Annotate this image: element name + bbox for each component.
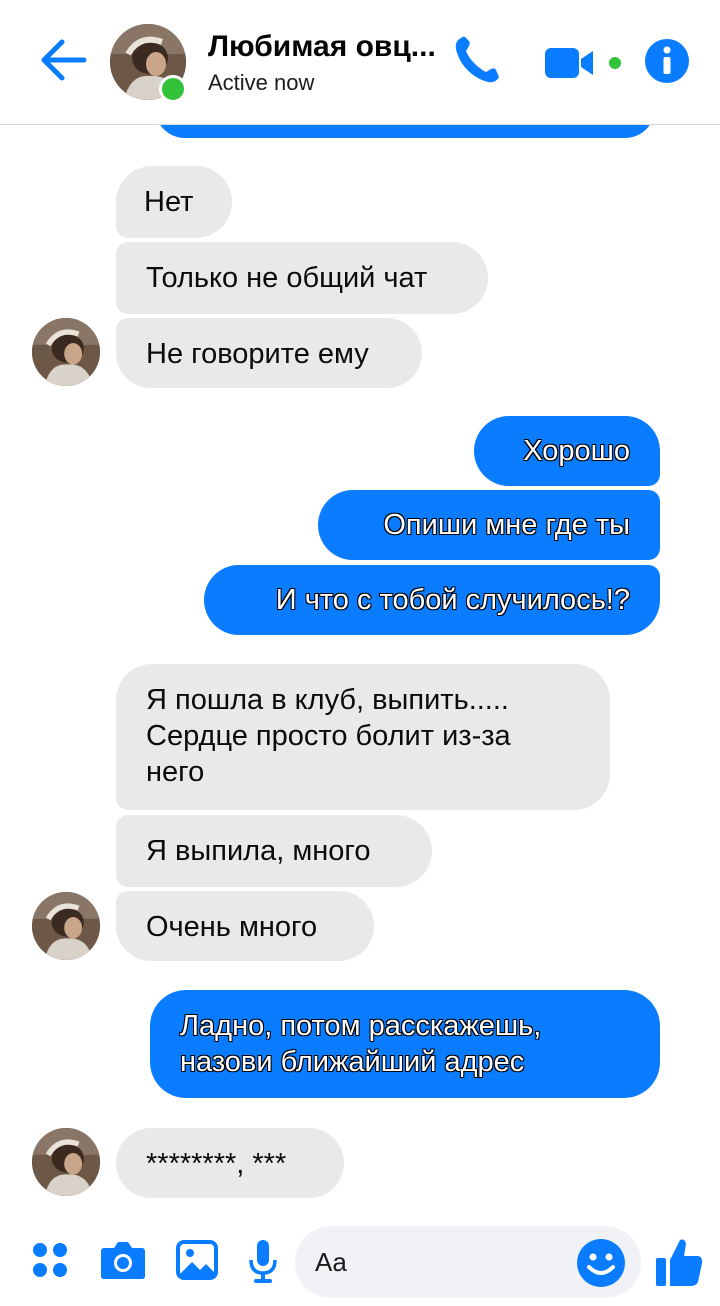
image-icon[interactable] — [176, 1240, 218, 1280]
message-bubble-received[interactable]: Я выпила, много — [116, 815, 432, 887]
message-composer — [0, 1210, 720, 1306]
info-icon[interactable] — [644, 38, 690, 84]
contact-name[interactable]: Любимая овц... — [208, 30, 436, 64]
microphone-icon[interactable] — [248, 1238, 278, 1284]
message-text: Ладно, потом расскажешь, назови ближайши… — [180, 1010, 542, 1078]
message-text: И что с тобой случилось!? — [275, 584, 630, 616]
online-status-dot — [159, 75, 187, 103]
contact-avatar[interactable] — [32, 892, 100, 960]
video-camera-icon[interactable] — [545, 46, 625, 80]
message-text: Опиши мне где ты — [383, 509, 630, 541]
emoji-icon[interactable] — [576, 1238, 626, 1288]
message-text: Я пошла в клуб, выпить..... Сердце прост… — [146, 684, 511, 788]
phone-icon[interactable] — [452, 34, 502, 86]
message-text: Только не общий чат — [146, 262, 428, 294]
message-bubble-sent[interactable]: Хорошо — [474, 416, 660, 486]
message-text: Я выпила, много — [146, 835, 371, 867]
message-text: Очень много — [146, 911, 318, 943]
message-text: Не говорите ему — [146, 338, 369, 370]
message-bubble-received[interactable]: Я пошла в клуб, выпить..... Сердце прост… — [116, 664, 610, 810]
chat-header: Любимая овц... Active now — [0, 0, 720, 125]
message-bubble-received[interactable]: Нет — [116, 166, 232, 238]
thumbs-up-icon[interactable] — [654, 1236, 704, 1288]
back-arrow-icon[interactable] — [38, 38, 88, 82]
message-text: ********, *** — [146, 1148, 287, 1180]
message-bubble-received[interactable]: ********, *** — [116, 1128, 344, 1198]
active-status: Active now — [208, 70, 315, 95]
contact-avatar[interactable] — [32, 1128, 100, 1196]
message-text: Хорошо — [523, 435, 630, 467]
message-bubble-received[interactable]: Очень много — [116, 891, 374, 961]
apps-icon[interactable] — [32, 1242, 68, 1278]
message-bubble-sent[interactable]: Ладно, потом расскажешь, назови ближайши… — [150, 990, 660, 1098]
message-text: Нет — [144, 186, 194, 218]
message-bubble-received[interactable]: Только не общий чат — [116, 242, 488, 314]
camera-icon[interactable] — [100, 1240, 146, 1280]
message-bubble-sent[interactable]: И что с тобой случилось!? — [204, 565, 660, 635]
message-bubble-sent[interactable]: Опиши мне где ты — [318, 490, 660, 560]
contact-avatar[interactable] — [32, 318, 100, 386]
message-bubble-received[interactable]: Не говорите ему — [116, 318, 422, 388]
